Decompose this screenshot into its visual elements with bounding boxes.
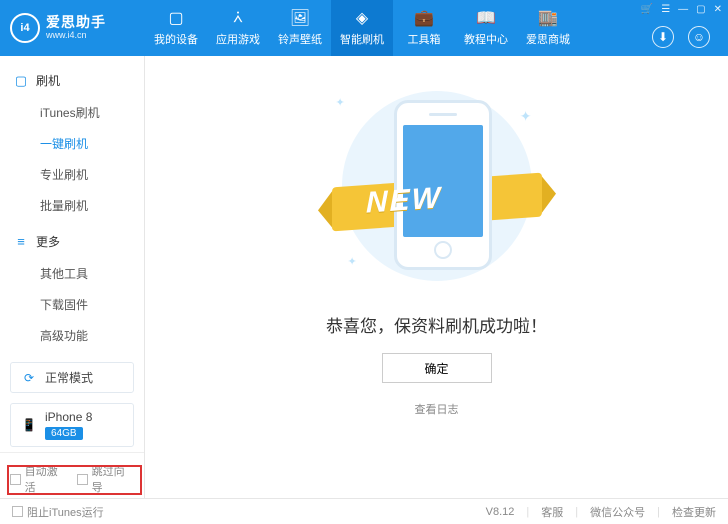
auto-activate-label: 自动激活 — [25, 463, 67, 495]
logo-text: 爱思助手 www.i4.cn — [46, 15, 106, 40]
block-itunes-label: 阻止iTunes运行 — [27, 504, 104, 520]
nav-store[interactable]: 🏬 爱思商城 — [517, 0, 579, 56]
sparkle-icon: ✦ — [520, 108, 532, 125]
nav-label: 工具箱 — [408, 31, 441, 47]
checkbox-icon — [10, 474, 21, 485]
nav-apps[interactable]: ⩑ 应用游戏 — [207, 0, 269, 56]
sidebar-group-label: 更多 — [36, 233, 60, 250]
sidebar-item-itunes-flash[interactable]: iTunes刷机 — [0, 97, 144, 128]
brand-url: www.i4.cn — [46, 31, 106, 41]
sidebar-item-download-firmware[interactable]: 下载固件 — [0, 289, 144, 320]
minimize-icon[interactable]: — — [678, 4, 688, 15]
brand-name: 爱思助手 — [46, 15, 106, 30]
maximize-icon[interactable]: ▢ — [696, 4, 705, 15]
logo-area: i4 爱思助手 www.i4.cn — [0, 0, 145, 56]
phone-outline-icon: ▢ — [14, 74, 28, 88]
close-icon[interactable]: ✕ — [714, 4, 722, 15]
device-icon: ▢ — [167, 9, 185, 27]
main-content: ✦ ✦ ✦ NEW 恭喜您，保资料刷机成功啦！ 确定 查看日志 — [145, 56, 728, 498]
hero-illustration: ✦ ✦ ✦ NEW — [302, 78, 572, 294]
auto-activate-checkbox[interactable]: 自动激活 — [10, 463, 67, 495]
sidebar-item-batch-flash[interactable]: 批量刷机 — [0, 190, 144, 221]
wallpaper-icon: 🖼 — [291, 9, 309, 27]
nav-toolbox[interactable]: 💼 工具箱 — [393, 0, 455, 56]
separator: | — [575, 506, 578, 518]
sidebar-bottom-options: 自动激活 跳过向导 — [0, 452, 144, 505]
sidebar: ▢ 刷机 iTunes刷机 一键刷机 专业刷机 批量刷机 ≡ 更多 其他工具 下… — [0, 56, 145, 498]
nav-label: 智能刷机 — [340, 31, 384, 47]
device-name: iPhone 8 — [45, 410, 92, 424]
nav-ringtones[interactable]: 🖼 铃声壁纸 — [269, 0, 331, 56]
flash-icon: ◈ — [353, 9, 371, 27]
success-message: 恭喜您，保资料刷机成功啦！ — [326, 312, 547, 337]
book-icon: 📖 — [477, 9, 495, 27]
toolbox-icon: 💼 — [415, 9, 433, 27]
version-label: V8.12 — [486, 506, 515, 518]
mode-label: 正常模式 — [45, 369, 93, 386]
phone-screen — [403, 125, 483, 237]
checkbox-icon — [12, 506, 23, 517]
sidebar-group-label: 刷机 — [36, 72, 60, 89]
sparkle-icon: ✦ — [336, 96, 345, 109]
view-log-link[interactable]: 查看日志 — [415, 401, 459, 417]
nav-label: 铃声壁纸 — [278, 31, 322, 47]
nav-my-device[interactable]: ▢ 我的设备 — [145, 0, 207, 56]
nav-label: 教程中心 — [464, 31, 508, 47]
new-badge: NEW — [366, 181, 442, 220]
sidebar-item-advanced[interactable]: 高级功能 — [0, 320, 144, 351]
sidebar-item-other-tools[interactable]: 其他工具 — [0, 258, 144, 289]
header-bar: i4 爱思助手 www.i4.cn ▢ 我的设备 ⩑ 应用游戏 🖼 铃声壁纸 ◈… — [0, 0, 728, 56]
ok-button[interactable]: 确定 — [382, 353, 492, 383]
sidebar-group-flash: ▢ 刷机 — [0, 66, 144, 95]
wechat-link[interactable]: 微信公众号 — [590, 504, 645, 520]
store-icon: 🏬 — [539, 9, 557, 27]
menu-icon[interactable]: ☰ — [661, 4, 670, 15]
header-right-icons: ⬇ ☺ — [652, 26, 710, 48]
separator: | — [526, 506, 529, 518]
nav-label: 我的设备 — [154, 31, 198, 47]
sidebar-group-more: ≡ 更多 — [0, 227, 144, 256]
nav-flash[interactable]: ◈ 智能刷机 — [331, 0, 393, 56]
block-itunes-checkbox[interactable]: 阻止iTunes运行 — [12, 504, 104, 520]
cart-icon[interactable]: 🛒 — [641, 4, 653, 15]
skip-guide-checkbox[interactable]: 跳过向导 — [77, 463, 134, 495]
separator: | — [657, 506, 660, 518]
refresh-icon: ⟳ — [21, 371, 37, 385]
mode-selector[interactable]: ⟳ 正常模式 — [10, 362, 134, 393]
sidebar-item-pro-flash[interactable]: 专业刷机 — [0, 159, 144, 190]
user-button[interactable]: ☺ — [688, 26, 710, 48]
sidebar-item-oneclick-flash[interactable]: 一键刷机 — [0, 128, 144, 159]
download-button[interactable]: ⬇ — [652, 26, 674, 48]
logo-icon: i4 — [10, 13, 40, 43]
nav-label: 爱思商城 — [526, 31, 570, 47]
check-update-link[interactable]: 检查更新 — [672, 504, 716, 520]
checkbox-icon — [77, 474, 88, 485]
sparkle-icon: ✦ — [348, 255, 357, 268]
nav-tutorials[interactable]: 📖 教程中心 — [455, 0, 517, 56]
phone-icon: 📱 — [21, 418, 37, 432]
nav-label: 应用游戏 — [216, 31, 260, 47]
skip-guide-label: 跳过向导 — [92, 463, 134, 495]
window-controls: 🛒 ☰ — ▢ ✕ — [641, 4, 722, 15]
device-selector[interactable]: 📱 iPhone 8 64GB — [10, 403, 134, 447]
storage-badge: 64GB — [45, 427, 83, 440]
more-icon: ≡ — [14, 235, 28, 249]
apps-icon: ⩑ — [229, 9, 247, 27]
support-link[interactable]: 客服 — [541, 504, 563, 520]
